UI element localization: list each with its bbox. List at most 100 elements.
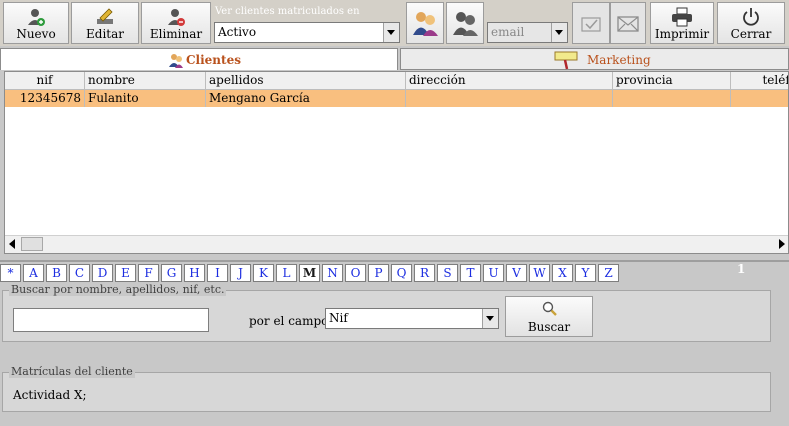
ver-clientes-select[interactable]: Activo — [214, 22, 400, 43]
toolbar: Nuevo Editar Eliminar Ver clientes matri… — [0, 0, 789, 46]
nuevo-button[interactable]: Nuevo — [3, 2, 69, 44]
letter-l-button[interactable]: L — [276, 264, 297, 282]
add-user-icon — [28, 9, 45, 26]
letter-o-button[interactable]: O — [345, 264, 366, 282]
letter-w-button[interactable]: W — [529, 264, 550, 282]
matriculas-value: Actividad X; — [13, 388, 87, 402]
search-field-value: Nif — [329, 311, 348, 325]
letter-d-button[interactable]: D — [92, 264, 113, 282]
letter-all-button[interactable]: * — [0, 264, 21, 282]
matriculas-legend: Matrículas del cliente — [9, 365, 135, 378]
search-input[interactable] — [13, 308, 209, 332]
letter-u-button[interactable]: U — [483, 264, 504, 282]
users-icon — [169, 54, 183, 68]
chevron-down-icon — [482, 309, 498, 328]
letter-j-button[interactable]: J — [230, 264, 251, 282]
column-header-provincia[interactable]: provincia — [613, 72, 731, 89]
letter-m-button[interactable]: M — [299, 264, 320, 282]
column-header-nombre[interactable]: nombre — [85, 72, 206, 89]
eliminar-button[interactable]: Eliminar — [141, 2, 211, 44]
editar-label: Editar — [86, 27, 124, 41]
cell-nombre: Fulanito — [85, 90, 206, 107]
imprimir-label: Imprimir — [654, 27, 710, 41]
tab-marketing[interactable]: Marketing — [400, 48, 789, 70]
field-label: por el campo — [249, 314, 329, 328]
cerrar-button[interactable]: Cerrar — [717, 2, 785, 44]
ver-clientes-caption: Ver clientes matriculados en — [215, 6, 360, 17]
column-header-apellidos[interactable]: apellidos — [206, 72, 406, 89]
letter-h-button[interactable]: H — [184, 264, 205, 282]
search-legend: Buscar por nombre, apellidos, nif, etc. — [9, 283, 227, 296]
column-header-nif[interactable]: nif — [5, 72, 85, 89]
group-view-button[interactable] — [446, 2, 484, 44]
check-email-button[interactable] — [572, 2, 610, 44]
power-icon — [743, 8, 759, 26]
letter-c-button[interactable]: C — [69, 264, 90, 282]
letter-p-button[interactable]: P — [368, 264, 389, 282]
letter-r-button[interactable]: R — [414, 264, 435, 282]
letter-e-button[interactable]: E — [115, 264, 136, 282]
edit-icon — [97, 8, 113, 24]
tab-clientes-label: Clientes — [186, 53, 241, 67]
imprimir-button[interactable]: Imprimir — [650, 2, 714, 44]
letter-n-button[interactable]: N — [322, 264, 343, 282]
scroll-thumb[interactable] — [21, 237, 43, 251]
grid-header: nif nombre apellidos dirección provincia… — [5, 72, 788, 90]
cell-telefono — [731, 90, 788, 107]
chevron-down-icon — [551, 23, 567, 42]
letter-i-button[interactable]: I — [207, 264, 228, 282]
clientes-view-button[interactable] — [406, 2, 444, 44]
column-header-direccion[interactable]: dirección — [406, 72, 613, 89]
mail-icon — [617, 16, 639, 32]
page-number: 1 — [737, 262, 746, 276]
scroll-right-icon[interactable] — [779, 239, 785, 249]
cell-provincia — [613, 90, 731, 107]
search-field-select[interactable]: Nif — [325, 308, 499, 329]
letter-b-button[interactable]: B — [46, 264, 67, 282]
letter-z-button[interactable]: Z — [598, 264, 619, 282]
email-placeholder: email — [491, 25, 525, 39]
cell-apellidos: Mengano García — [206, 90, 406, 107]
matriculas-fieldset: Matrículas del cliente Actividad X; — [2, 365, 771, 412]
ver-clientes-value: Activo — [218, 25, 257, 39]
tab-clientes[interactable]: Clientes — [0, 48, 398, 70]
users-icon — [413, 12, 438, 36]
letter-a-button[interactable]: A — [23, 264, 44, 282]
tab-bar: Clientes Marketing — [0, 48, 789, 70]
search-icon — [542, 301, 557, 316]
search-fieldset: Buscar por nombre, apellidos, nif, etc. … — [2, 283, 771, 342]
letter-y-button[interactable]: Y — [575, 264, 596, 282]
letter-v-button[interactable]: V — [506, 264, 527, 282]
table-row[interactable]: 12345678 Fulanito Mengano García — [5, 90, 788, 107]
letter-index: * A B C D E F G H I J K L M N O P Q R S T U V W X Y Z — [0, 260, 789, 284]
letter-k-button[interactable]: K — [253, 264, 274, 282]
group-icon — [453, 12, 478, 36]
cell-nif: 12345678 — [5, 90, 85, 107]
horizontal-scrollbar[interactable] — [5, 235, 788, 253]
cerrar-label: Cerrar — [730, 27, 772, 41]
megaphone-icon — [554, 51, 578, 70]
buscar-button[interactable]: Buscar — [505, 296, 593, 337]
letter-f-button[interactable]: F — [138, 264, 159, 282]
ver-clientes-group: Ver clientes matriculados en Activo — [213, 4, 403, 44]
letter-t-button[interactable]: T — [460, 264, 481, 282]
nuevo-label: Nuevo — [16, 27, 56, 41]
column-header-telefono[interactable]: teléfo — [731, 72, 788, 89]
editar-button[interactable]: Editar — [71, 2, 139, 44]
scroll-left-icon[interactable] — [9, 239, 15, 249]
letter-q-button[interactable]: Q — [391, 264, 412, 282]
email-select[interactable]: email — [487, 22, 568, 43]
printer-icon — [672, 7, 692, 27]
buscar-label: Buscar — [527, 320, 571, 334]
letter-x-button[interactable]: X — [552, 264, 573, 282]
send-email-button[interactable] — [610, 2, 646, 44]
letter-s-button[interactable]: S — [437, 264, 458, 282]
clientes-grid[interactable]: nif nombre apellidos dirección provincia… — [4, 71, 789, 254]
chevron-down-icon — [383, 23, 399, 42]
remove-user-icon — [168, 9, 185, 26]
tab-marketing-label: Marketing — [587, 53, 651, 67]
check-mail-icon — [581, 17, 601, 32]
eliminar-label: Eliminar — [149, 27, 203, 41]
letter-g-button[interactable]: G — [161, 264, 182, 282]
cell-direccion — [406, 90, 613, 107]
